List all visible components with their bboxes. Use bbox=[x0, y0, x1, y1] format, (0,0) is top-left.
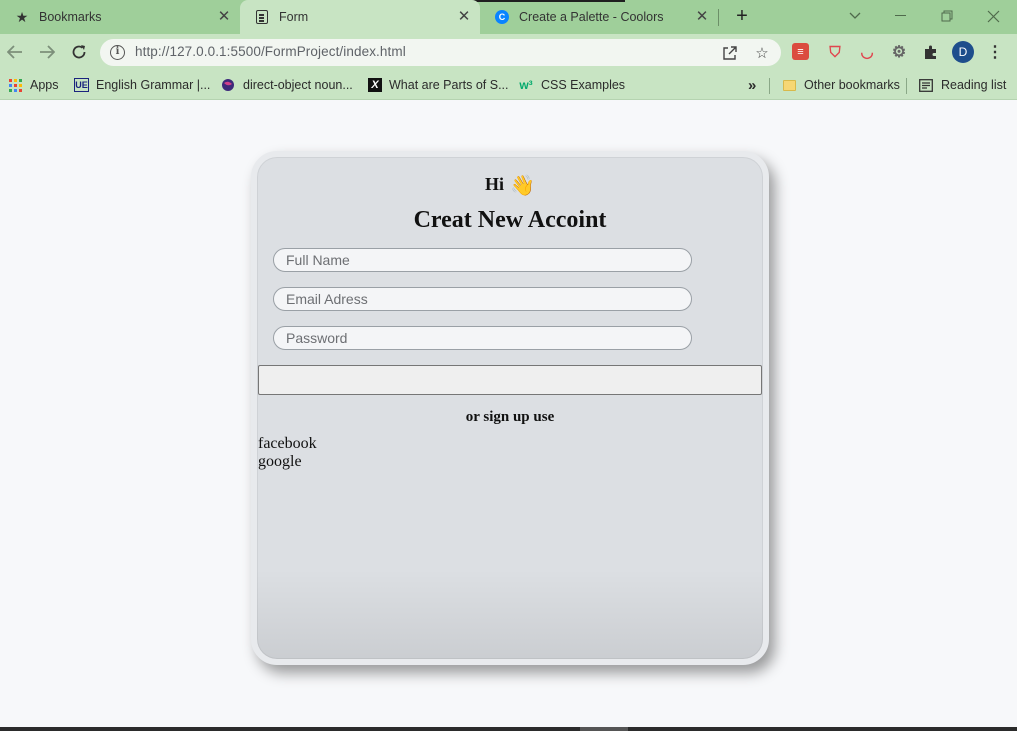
bookmark-label: Reading list bbox=[941, 78, 1007, 92]
submit-button[interactable] bbox=[258, 365, 762, 395]
bookmark-label: Other bookmarks bbox=[804, 78, 900, 92]
close-icon[interactable]: ✕ bbox=[694, 9, 710, 25]
other-bookmarks-folder[interactable]: Other bookmarks bbox=[781, 76, 900, 94]
coolors-icon: C bbox=[494, 9, 510, 25]
reading-list-button[interactable]: Reading list bbox=[918, 76, 1006, 94]
bookmark-english-grammar[interactable]: UE English Grammar |... bbox=[74, 76, 210, 94]
window-close-icon[interactable] bbox=[981, 4, 1005, 28]
back-arrow-icon[interactable] bbox=[3, 40, 27, 64]
reload-icon[interactable] bbox=[67, 40, 91, 64]
bookmark-label: What are Parts of S... bbox=[389, 78, 509, 92]
w3-icon: w³ bbox=[519, 78, 533, 92]
puzzle-extensions-icon[interactable] bbox=[921, 42, 941, 62]
google-link[interactable]: google bbox=[258, 453, 302, 471]
more-menu-icon[interactable]: ⋮ bbox=[985, 42, 1005, 62]
tab-label: Form bbox=[279, 10, 309, 24]
chevron-down-icon[interactable] bbox=[843, 4, 867, 28]
bookmark-label: CSS Examples bbox=[541, 78, 626, 92]
apps-grid-icon bbox=[7, 77, 23, 93]
x-icon: X bbox=[368, 78, 382, 92]
minimize-icon[interactable] bbox=[889, 4, 913, 28]
greeting: Hi 👋 bbox=[257, 173, 763, 198]
tab-coolors[interactable]: C Create a Palette - Coolors ✕ bbox=[480, 0, 718, 34]
tab-separator bbox=[718, 9, 719, 26]
bookmark-direct-object[interactable]: direct-object noun... bbox=[220, 76, 353, 94]
close-icon[interactable]: ✕ bbox=[456, 9, 472, 25]
browser-toolbar: i http://127.0.0.1:5500/FormProject/inde… bbox=[0, 34, 1017, 70]
tab-label: Bookmarks bbox=[39, 10, 102, 24]
tab-label: Create a Palette - Coolors bbox=[519, 10, 664, 24]
reading-list-icon bbox=[918, 77, 934, 93]
bookmarks-divider bbox=[769, 78, 770, 94]
alt-signup-text: or sign up use bbox=[465, 409, 555, 425]
bookmark-label: direct-object noun... bbox=[243, 78, 353, 92]
settings-extension-icon[interactable]: ⚙ bbox=[889, 42, 909, 62]
address-bar[interactable]: i http://127.0.0.1:5500/FormProject/inde… bbox=[100, 39, 781, 66]
tab-strip: ★ Bookmarks ✕ Form ✕ C Create a Palette … bbox=[0, 0, 1017, 34]
bookmark-apps[interactable]: Apps bbox=[7, 76, 59, 94]
tab-bookmarks[interactable]: ★ Bookmarks ✕ bbox=[0, 0, 240, 34]
facebook-link[interactable]: facebook bbox=[258, 435, 317, 453]
site-info-icon[interactable]: i bbox=[110, 45, 125, 60]
url-text[interactable]: http://127.0.0.1:5500/FormProject/index.… bbox=[135, 44, 406, 59]
tab-form[interactable]: Form ✕ bbox=[240, 0, 480, 34]
bookmark-star-icon[interactable]: ☆ bbox=[752, 43, 772, 63]
taskbar-edge bbox=[0, 727, 1017, 731]
bookmark-label: Apps bbox=[30, 78, 59, 92]
more-bookmarks-button[interactable]: » bbox=[748, 76, 756, 94]
full-name-input[interactable] bbox=[273, 248, 692, 272]
shield-extension-icon[interactable]: ⛉ bbox=[825, 42, 845, 62]
waving-hand-icon: 👋 bbox=[510, 175, 535, 197]
bookmark-parts-of-speech[interactable]: X What are Parts of S... bbox=[368, 76, 509, 94]
bookmarks-bar: Apps UE English Grammar |... direct-obje… bbox=[0, 70, 1017, 100]
email-input[interactable] bbox=[273, 287, 692, 311]
new-tab-button[interactable]: + bbox=[731, 5, 753, 27]
star-icon: ★ bbox=[15, 8, 29, 25]
form-title: Creat New Accoint bbox=[413, 207, 607, 233]
todoist-extension-icon[interactable]: ≡ bbox=[792, 43, 809, 60]
pocket-extension-icon[interactable]: ◡ bbox=[857, 42, 877, 62]
share-icon[interactable] bbox=[720, 43, 740, 63]
restore-icon[interactable] bbox=[935, 4, 959, 28]
globe-icon bbox=[220, 77, 236, 93]
forward-arrow-icon[interactable] bbox=[35, 40, 59, 64]
close-icon[interactable]: ✕ bbox=[216, 9, 232, 25]
password-input[interactable] bbox=[273, 326, 692, 350]
bookmarks-divider bbox=[906, 78, 907, 94]
greeting-text: Hi bbox=[485, 174, 505, 194]
profile-avatar[interactable]: D bbox=[952, 41, 974, 63]
bookmark-label: English Grammar |... bbox=[96, 78, 211, 92]
signup-card: Hi👋 Creat New Accoint or sign up use fac… bbox=[251, 151, 769, 665]
page-viewport: Hi👋 Creat New Accoint or sign up use fac… bbox=[0, 101, 1017, 727]
ue-icon: UE bbox=[74, 78, 89, 92]
folder-icon bbox=[781, 77, 797, 93]
bookmark-css-examples[interactable]: w³ CSS Examples bbox=[518, 76, 625, 94]
document-icon bbox=[254, 9, 270, 25]
